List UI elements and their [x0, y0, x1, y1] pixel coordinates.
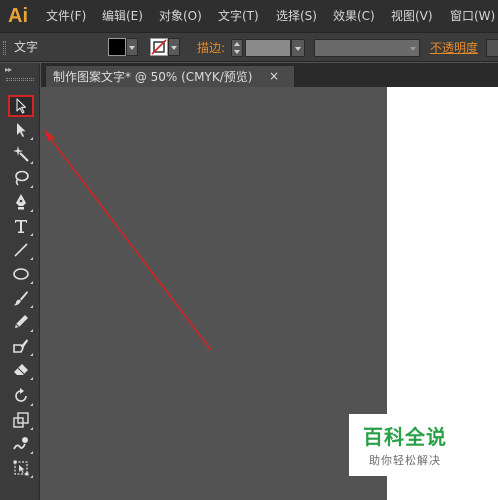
magic-wand-tool[interactable] — [8, 143, 34, 165]
opacity-label[interactable]: 不透明度 — [430, 41, 478, 55]
stroke-none-swatch[interactable] — [150, 38, 168, 56]
free-transform-tool[interactable] — [8, 457, 34, 479]
paintbrush-tool[interactable] — [8, 287, 34, 309]
close-tab-icon[interactable]: × — [269, 69, 279, 83]
control-bar: 文字 描边: 不透明度 — [0, 32, 498, 62]
menu-object[interactable]: 对象(O) — [159, 8, 202, 24]
eraser-icon — [14, 364, 28, 375]
stroke-color-button[interactable] — [150, 38, 180, 56]
lasso-icon — [15, 170, 29, 186]
stroke-weight-stepper[interactable] — [231, 39, 243, 57]
line-segment-icon — [14, 243, 28, 257]
selection-arrow-icon — [16, 98, 27, 114]
rotate-icon — [15, 388, 27, 402]
eraser-tool[interactable] — [8, 359, 34, 381]
fill-color-button[interactable] — [108, 38, 138, 56]
menu-file[interactable]: 文件(F) — [46, 8, 86, 24]
scale-icon — [13, 412, 29, 428]
direct-selection-icon — [17, 123, 26, 137]
pen-tool[interactable] — [8, 191, 34, 213]
menu-edit[interactable]: 编辑(E) — [102, 8, 143, 24]
pencil-icon — [15, 315, 28, 328]
watermark-logo: 百科全说 助你轻松解决 — [349, 414, 469, 476]
menu-type[interactable]: 文字(T) — [218, 8, 259, 24]
opacity-input[interactable] — [486, 39, 498, 57]
stroke-weight-input[interactable] — [245, 39, 291, 57]
stroke-weight-dropdown-icon[interactable] — [291, 39, 305, 57]
watermark-title: 百科全说 — [363, 425, 447, 449]
type-tool[interactable] — [8, 215, 34, 237]
selection-tool[interactable] — [8, 95, 34, 117]
menu-view[interactable]: 视图(V) — [391, 8, 433, 24]
app-logo: Ai — [8, 5, 28, 27]
document-tab-title: 制作图案文字* @ 50% (CMYK/预览) — [53, 70, 253, 84]
tools-panel-grip[interactable] — [6, 78, 34, 81]
warp-icon — [13, 437, 28, 450]
menu-bar: Ai 文件(F) 编辑(E) 对象(O) 文字(T) 选择(S) 效果(C) 视… — [0, 0, 498, 32]
ellipse-icon — [13, 268, 29, 280]
line-tool[interactable] — [8, 239, 34, 261]
menu-select[interactable]: 选择(S) — [276, 8, 317, 24]
fill-swatch[interactable] — [108, 38, 126, 56]
tools-panel: ▸▸ — [0, 63, 40, 500]
stroke-label[interactable]: 描边: — [197, 41, 225, 55]
ellipse-tool[interactable] — [8, 263, 34, 285]
paintbrush-icon — [13, 291, 28, 306]
document-tab[interactable]: 制作图案文字* @ 50% (CMYK/预览) × — [45, 65, 295, 87]
scale-tool[interactable] — [8, 409, 34, 431]
watermark-subtitle: 助你轻松解决 — [369, 454, 441, 467]
fill-dropdown-icon[interactable] — [126, 38, 138, 56]
direct-selection-tool[interactable] — [8, 119, 34, 141]
variable-width-profile-select[interactable] — [314, 39, 420, 57]
magic-wand-icon — [13, 146, 29, 162]
type-icon — [15, 220, 27, 233]
pencil-tool[interactable] — [8, 311, 34, 333]
lasso-tool[interactable] — [8, 167, 34, 189]
blob-brush-tool[interactable] — [8, 335, 34, 357]
pen-icon — [16, 194, 26, 210]
document-tab-bar: 制作图案文字* @ 50% (CMYK/预览) × — [41, 63, 498, 87]
current-tool-label: 文字 — [14, 40, 39, 54]
stroke-dropdown-icon[interactable] — [168, 38, 180, 56]
menu-effect[interactable]: 效果(C) — [333, 8, 375, 24]
no-stroke-icon — [151, 39, 167, 55]
panel-grip[interactable] — [3, 41, 6, 55]
collapse-panel-icon[interactable]: ▸▸ — [5, 66, 12, 74]
warp-tool[interactable] — [8, 433, 34, 455]
menu-window[interactable]: 窗口(W) — [450, 8, 495, 24]
rotate-tool[interactable] — [8, 385, 34, 407]
blob-brush-icon — [13, 339, 28, 353]
free-transform-icon — [13, 460, 29, 476]
